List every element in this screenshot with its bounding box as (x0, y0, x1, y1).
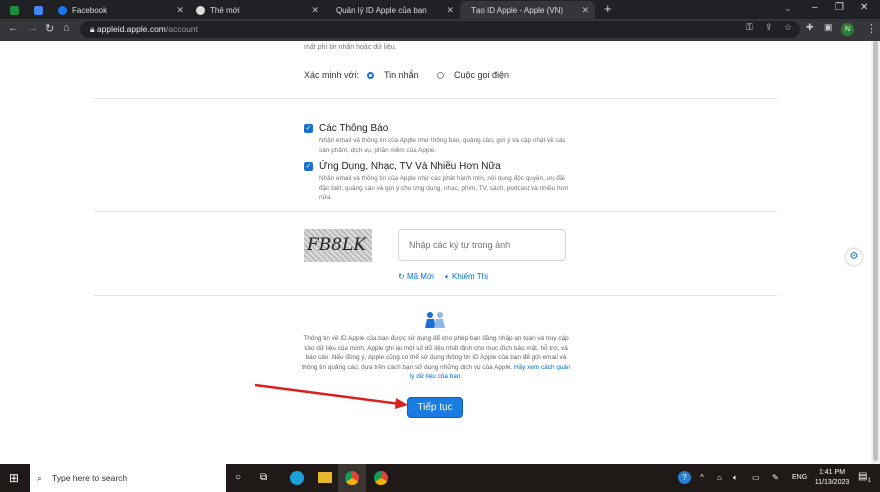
edge-icon[interactable] (290, 471, 304, 485)
close-tab-icon[interactable]: ✕ (446, 5, 454, 16)
volume-icon[interactable]: 🔈︎ (733, 473, 738, 483)
network-icon[interactable]: ⌂ (717, 473, 722, 482)
captcha-text: FB8LK (307, 235, 367, 255)
audio-link[interactable]: 🔈︎ Khiếm Thị (445, 272, 488, 282)
close-tab-icon[interactable]: ✕ (311, 5, 319, 16)
key-icon[interactable]: ⚿ (746, 22, 753, 33)
tab-new[interactable]: Thẻ mới ✕ (190, 1, 325, 19)
menu-icon[interactable]: ⋮ (866, 22, 877, 35)
star-icon[interactable]: ☆ (784, 22, 792, 33)
share-icon[interactable]: ⇪ (765, 22, 773, 33)
notif-count: 1 (867, 478, 871, 484)
pen-icon[interactable]: ✎ (772, 473, 779, 482)
close-window-button[interactable]: ✕ (860, 2, 868, 13)
audio-label: Khiếm Thị (452, 272, 488, 281)
profile-avatar[interactable]: N (841, 23, 854, 36)
forward-icon[interactable]: → (27, 22, 38, 34)
time: 1:41 PM (818, 469, 846, 476)
lock-icon: 🔒︎ (90, 24, 97, 34)
battery-icon[interactable]: ▭ (752, 473, 760, 482)
tab-label: Facebook (72, 5, 108, 15)
new-code-label: Mã Mới (406, 272, 434, 281)
radio-sms-label[interactable]: Tin nhắn (384, 70, 419, 80)
captcha-input[interactable] (398, 229, 566, 261)
notifications-title: Các Thông Báo (319, 123, 389, 134)
cortana-icon[interactable]: ○ (235, 472, 241, 483)
red-arrow-annotation (254, 383, 408, 409)
tab-bar: Facebook ✕ Thẻ mới ✕ Quản lý ID Apple của … (0, 0, 880, 19)
tab-create-apple-id[interactable]: Tạo ID Apple - Apple (VN) ✕ (460, 1, 595, 19)
extensions-icon[interactable]: ✚ (806, 22, 814, 33)
sms-note: mất phí tin nhắn hoặc dữ liệu. (304, 44, 397, 51)
apps-music-tv-desc: Nhận email và thông tin của Apple như cá… (319, 175, 569, 201)
sidepanel-icon[interactable]: ▣ (824, 22, 833, 33)
taskbar: ⊞ ⌕ Type here to search ○ ⧉ ? ^ ⌂ 🔈︎ ▭ ✎ … (0, 464, 880, 492)
taskbar-search[interactable]: ⌕ Type here to search (30, 464, 226, 492)
chrome-taskbar-active[interactable] (338, 464, 366, 492)
language-indicator[interactable]: ENG (792, 474, 807, 481)
minimize-button[interactable]: – (812, 2, 818, 13)
reload-icon[interactable]: ↻ (45, 22, 54, 35)
address-bar-row: ← → ↻ ⌂ 🔒︎ appleid.apple.com/account ⚿ ⇪… (0, 19, 880, 41)
notification-center-icon[interactable]: ▤1 (858, 471, 871, 484)
scrollbar[interactable] (871, 41, 880, 464)
notifications-desc: Nhận email và thông tin của Apple như th… (319, 137, 566, 154)
close-tab-icon[interactable]: ✕ (176, 5, 184, 16)
page-content: mất phí tin nhắn hoặc dữ liệu. Xác minh … (0, 41, 880, 464)
new-code-link[interactable]: ↻ Mã Mới (398, 272, 434, 281)
new-tab-button[interactable]: + (604, 1, 612, 16)
assistant-floating-icon[interactable]: ⚙ (846, 249, 862, 265)
back-icon[interactable]: ← (8, 22, 19, 34)
tab-manage-apple-id[interactable]: Quản lý ID Apple của bạn ✕ (325, 1, 460, 19)
help-icon[interactable]: ? (678, 471, 691, 484)
verify-label: Xác minh với: (304, 70, 359, 80)
tray-chevron-icon[interactable]: ^ (700, 473, 704, 482)
divider (93, 211, 777, 212)
speaker-icon: 🔈︎ (445, 272, 453, 281)
close-tab-icon[interactable]: ✕ (581, 5, 589, 16)
radio-sms[interactable] (367, 72, 374, 79)
divider (93, 98, 777, 99)
tab-label: Quản lý ID Apple của bạn (336, 5, 427, 15)
home-icon[interactable]: ⌂ (63, 22, 70, 34)
radio-call-label[interactable]: Cuộc gọi điện (454, 70, 509, 80)
date: 11/13/2023 (814, 479, 850, 486)
file-explorer-icon[interactable] (318, 472, 332, 483)
radio-call[interactable] (437, 72, 444, 79)
tab-facebook[interactable]: Facebook ✕ (52, 1, 190, 19)
windows-start-icon[interactable]: ⊞ (9, 472, 19, 484)
search-placeholder: Type here to search (52, 473, 128, 483)
clock[interactable]: 1:41 PM 11/13/2023 (812, 468, 852, 488)
url-path: /account (165, 24, 199, 34)
url-input[interactable]: 🔒︎ appleid.apple.com/account (80, 21, 800, 38)
divider (93, 295, 777, 296)
checkbox-apps-music-tv[interactable]: ✓ (304, 162, 313, 171)
captcha-image: FB8LK (304, 229, 372, 262)
privacy-people-icon (425, 312, 445, 328)
continue-button[interactable]: Tiếp tục (407, 397, 463, 418)
url-host: appleid.apple.com (96, 24, 166, 34)
tab-label: Thẻ mới (210, 5, 240, 15)
maximize-button[interactable]: ❐ (835, 2, 844, 13)
checkbox-notifications[interactable]: ✓ (304, 124, 313, 133)
tab-search-button[interactable]: ⌄ (784, 3, 792, 14)
refresh-icon: ↻ (398, 272, 407, 281)
pinned-sheets-tab[interactable] (4, 1, 25, 19)
pinned-docs-tab[interactable] (28, 1, 49, 19)
apps-music-tv-title: Ứng Dụng, Nhạc, TV Và Nhiều Hơn Nữa (319, 161, 501, 172)
chrome-icon (196, 5, 205, 15)
privacy-text: Thông tin về ID Apple của bạn được sử dụ… (300, 334, 572, 382)
facebook-icon (58, 5, 67, 15)
scrollbar-thumb[interactable] (873, 41, 878, 461)
search-icon: ⌕ (37, 473, 42, 483)
tab-label: Tạo ID Apple - Apple (VN) (471, 5, 564, 15)
task-view-icon[interactable]: ⧉ (260, 472, 267, 483)
chrome-profile-icon[interactable] (374, 471, 388, 485)
